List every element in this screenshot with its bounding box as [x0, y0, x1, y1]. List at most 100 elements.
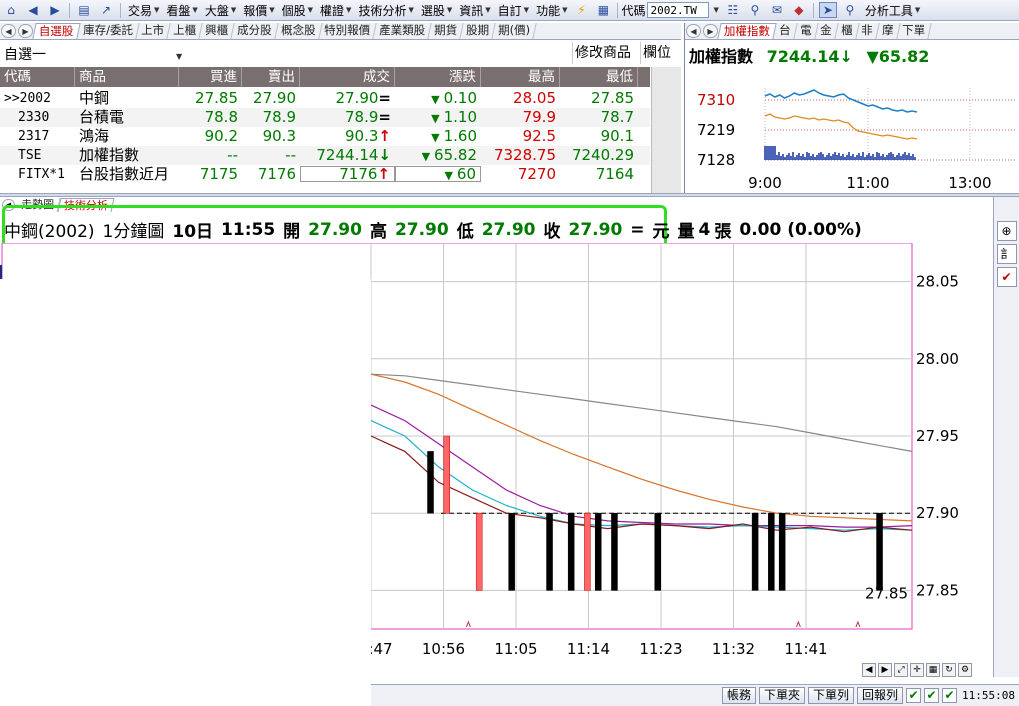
tab-scroll-right-icon[interactable]: ▶: [18, 24, 33, 38]
tab-watch_tabs-10[interactable]: 股期: [460, 23, 497, 39]
analysis-tools-menu[interactable]: 分析工具 ▼: [861, 2, 923, 19]
tick-mark-icon: =: [378, 108, 391, 126]
status-button-2[interactable]: 下單列: [807, 687, 854, 704]
menu-item-2[interactable]: 大盤 ▼: [201, 2, 239, 19]
column-header[interactable]: 代碼: [0, 67, 75, 87]
back-icon[interactable]: ◀: [24, 2, 42, 18]
code-dropdown[interactable]: ▼: [709, 6, 721, 14]
crosshair-icon[interactable]: ✛: [910, 663, 924, 677]
search-icon[interactable]: ⚲: [746, 2, 764, 18]
watchlist-tabs: ◀ ▶ 自選股 庫存/委託 上市 上櫃 興櫃 成分股 概念股 特別報價 產業類股 期貨 股期 期(價): [0, 23, 681, 40]
tab-scroll-left-icon[interactable]: ◀: [1, 24, 16, 38]
grid-icon[interactable]: ▦: [926, 663, 940, 677]
menu-item-6[interactable]: 技術分析 ▼: [354, 2, 416, 19]
menu-item-1[interactable]: 看盤 ▼: [162, 2, 200, 19]
cell-ask: 27.90: [253, 89, 296, 107]
tab-index_tabs-7[interactable]: 下單: [896, 23, 932, 39]
column-header[interactable]: 最高: [481, 67, 560, 87]
menu-item-7[interactable]: 選股 ▼: [417, 2, 455, 19]
zoom-in-icon[interactable]: ⊕: [996, 221, 1017, 241]
home-icon[interactable]: ⌂: [2, 2, 20, 18]
menu-item-8[interactable]: 資訊 ▼: [455, 2, 493, 19]
tab-watch_tabs-8[interactable]: 產業類股: [373, 23, 433, 39]
candle: [567, 512, 575, 591]
tab-watch_tabs-6[interactable]: 概念股: [275, 23, 323, 39]
tab-watch_tabs-11[interactable]: 期(價): [492, 23, 538, 39]
table-row[interactable]: TSE 加權指數 -- -- 7244.14↓ ▼ 65.82 7328.75 7240.29: [0, 146, 650, 165]
menu-item-5[interactable]: 權證 ▼: [316, 2, 354, 19]
cell-high: 79.9: [522, 108, 556, 126]
tab-watch_tabs-1[interactable]: 庫存/委託: [76, 23, 140, 39]
zoom-chart-icon[interactable]: ⤢: [894, 663, 908, 677]
menu-item-0[interactable]: 交易 ▼: [124, 2, 162, 19]
tick-mark-icon: ↓: [378, 146, 391, 164]
column-header[interactable]: 商品: [75, 67, 179, 87]
code-input[interactable]: [647, 2, 710, 18]
index-tab-left-icon[interactable]: ◀: [686, 24, 701, 38]
refresh-icon[interactable]: ↻: [942, 663, 956, 677]
status-button-3[interactable]: 回報列: [857, 687, 904, 704]
analysis-tools-icon[interactable]: ⚲: [841, 2, 859, 18]
checklist-icon[interactable]: ✔: [996, 267, 1017, 287]
watchlist-group-select[interactable]: 自選一 ▼: [4, 44, 182, 64]
check-icon[interactable]: ✔: [906, 688, 922, 703]
tab-watch_tabs-2[interactable]: 上市: [135, 23, 172, 39]
table-row[interactable]: >>2002 中鋼 27.85 27.90 27.90= ▼ 0.10 28.05 27.85: [0, 89, 650, 108]
tag-icon[interactable]: ◆: [790, 2, 808, 18]
tab-watch_tabs-9[interactable]: 期貨: [428, 23, 465, 39]
watchlist-scrollbar[interactable]: [651, 67, 681, 193]
menu-item-4[interactable]: 個股 ▼: [278, 2, 316, 19]
column-header[interactable]: 買進: [179, 67, 242, 87]
columns-button[interactable]: 欄位: [640, 42, 673, 64]
watchlist-header: 自選一 ▼ 修改商品 欄位: [0, 41, 681, 66]
column-header[interactable]: 最低: [560, 67, 638, 87]
index-tab-right-icon[interactable]: ▶: [703, 24, 718, 38]
tab-watch_tabs-5[interactable]: 成分股: [231, 23, 279, 39]
external-link-icon[interactable]: ↗: [97, 2, 115, 18]
menu-item-10[interactable]: 功能 ▼: [532, 2, 570, 19]
pointer-icon[interactable]: ➤: [818, 2, 837, 18]
menu-item-label: 權證: [320, 3, 345, 18]
candle: [584, 512, 591, 591]
forward-icon[interactable]: ▶: [46, 2, 64, 18]
cell-name: 鴻海: [79, 127, 110, 145]
quote-icon[interactable]: ☷: [724, 2, 742, 18]
x-tick-label: 11:32: [712, 640, 755, 658]
lightning-icon[interactable]: ⚡: [572, 2, 590, 18]
candle: [654, 512, 661, 591]
form-icon[interactable]: ▦: [594, 2, 612, 18]
menu-item-3[interactable]: 報價 ▼: [239, 2, 277, 19]
cell-bid: 7175: [199, 165, 238, 183]
table-row[interactable]: FITX*1 台股指數近月 7175 7176 7176↑ ▼ 60 7270 7164: [0, 165, 650, 184]
tab-watch_tabs-0[interactable]: 自選股: [32, 23, 81, 39]
settings-icon[interactable]: ⚙: [958, 663, 972, 677]
cell-code: 2330: [18, 110, 50, 125]
scroll-right-icon[interactable]: ▶: [878, 663, 892, 677]
edit-symbols-button[interactable]: 修改商品: [572, 42, 633, 64]
x-tick-label: 11:05: [494, 640, 537, 658]
table-row[interactable]: 2330 台積電 78.8 78.9 78.9= ▼ 1.10 79.9 78.7: [0, 108, 650, 127]
tab-watch_tabs-3[interactable]: 上櫃: [167, 23, 204, 39]
column-header[interactable]: 賣出: [242, 67, 300, 87]
cell-code: >>2002: [4, 91, 51, 106]
cell-name: 台股指數近月: [79, 165, 170, 183]
menu-item-9[interactable]: 自訂 ▼: [494, 2, 532, 19]
note-icon[interactable]: 訁: [996, 244, 1017, 264]
table-row[interactable]: 2317 鴻海 90.2 90.3 90.3↑ ▼ 1.60 92.5 90.1: [0, 127, 650, 146]
tab-index_tabs-0[interactable]: 加權指數: [717, 23, 777, 39]
alert-icon[interactable]: ✉: [768, 2, 786, 18]
print-icon[interactable]: ▤: [75, 2, 93, 18]
check-icon[interactable]: ✔: [942, 688, 958, 703]
check-icon[interactable]: ✔: [924, 688, 940, 703]
cell-name: 中鋼: [79, 89, 110, 107]
scroll-left-icon[interactable]: ◀: [862, 663, 876, 677]
candle: [427, 451, 434, 514]
down-triangle-icon: ▼: [431, 112, 440, 125]
status-button-1[interactable]: 下單夾: [758, 687, 805, 704]
cell-ask: --: [285, 146, 296, 164]
tab-watch_tabs-7[interactable]: 特別報價: [318, 23, 378, 39]
status-button-0[interactable]: 帳務: [721, 687, 756, 704]
column-header[interactable]: 漲跌: [395, 67, 481, 87]
column-header[interactable]: 成交: [300, 67, 395, 87]
tab-watch_tabs-4[interactable]: 興櫃: [199, 23, 236, 39]
